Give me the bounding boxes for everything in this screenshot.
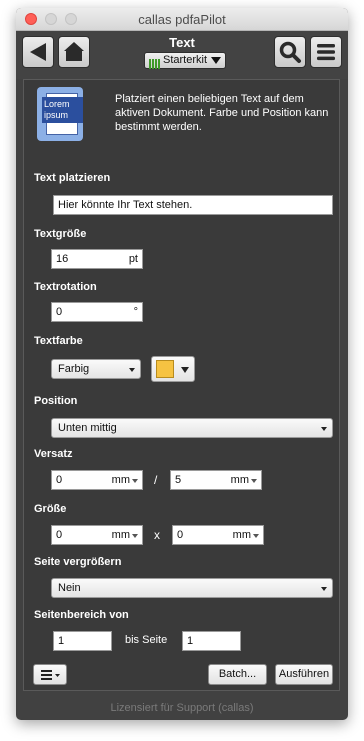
color-swatch: [156, 360, 174, 378]
text-size-value: 16: [56, 253, 69, 265]
fixup-panel: Lorem ipsum Platziert einen beliebigen T…: [23, 79, 340, 691]
width-value: 0: [56, 529, 63, 541]
starterkit-label: Starterkit: [163, 54, 208, 66]
title-bar: callas pdfaPilot: [16, 8, 348, 31]
text-rotation-unit: °: [133, 306, 138, 318]
text-rotation-label: Textrotation: [34, 281, 97, 293]
text-rotation-input[interactable]: 0 °: [51, 302, 143, 322]
text-tool-icon: Lorem ipsum: [37, 87, 83, 141]
color-mode-value: Farbig: [58, 363, 90, 375]
color-picker-button[interactable]: [151, 356, 195, 382]
width-input[interactable]: 0 mm: [51, 525, 143, 545]
text-size-unit: pt: [128, 253, 138, 265]
text-rotation-value: 0: [56, 306, 63, 318]
offset-y-input[interactable]: 5 mm: [170, 470, 262, 490]
toolbar: Text Starterkit: [16, 31, 348, 79]
offset-separator: /: [154, 473, 158, 487]
chevron-down-icon: [132, 534, 138, 538]
offset-label: Versatz: [34, 448, 73, 460]
height-input[interactable]: 0 mm: [172, 525, 264, 545]
position-value: Unten mittig: [58, 422, 117, 434]
position-select[interactable]: Unten mittig: [51, 418, 333, 438]
offset-y-value: 5: [175, 474, 182, 486]
page-from-input[interactable]: 1: [53, 631, 112, 651]
text-color-label: Textfarbe: [34, 335, 83, 347]
chevron-down-icon: [253, 534, 259, 538]
menu-button[interactable]: [310, 36, 342, 68]
options-menu-button[interactable]: [33, 664, 67, 685]
menu-icon: [317, 44, 335, 61]
width-unit[interactable]: mm: [112, 529, 130, 541]
size-label: Größe: [34, 503, 67, 515]
search-button[interactable]: [274, 36, 306, 68]
text-size-input[interactable]: 16 pt: [51, 249, 143, 269]
height-unit[interactable]: mm: [233, 529, 251, 541]
offset-x-input[interactable]: 0 mm: [51, 470, 143, 490]
chevron-down-icon: [181, 367, 189, 373]
chevron-down-icon: [321, 427, 327, 431]
chevron-down-icon: [132, 479, 138, 483]
app-window: callas pdfaPilot Text Starterkit Lorem i…: [16, 8, 348, 720]
batch-button[interactable]: Batch...: [208, 664, 267, 685]
window-title: callas pdfaPilot: [138, 12, 226, 27]
page-to-label: bis Seite: [125, 634, 168, 646]
icon-caption: Lorem ipsum: [42, 97, 83, 123]
enlarge-page-select[interactable]: Nein: [51, 578, 333, 598]
list-menu-icon: [41, 670, 60, 680]
text-label: Text platzieren: [34, 172, 111, 184]
tool-description: Platziert einen beliebigen Text auf dem …: [115, 93, 329, 133]
color-mode-select[interactable]: Farbig: [51, 359, 141, 379]
chevron-down-icon: [251, 479, 257, 483]
chevron-down-icon: [211, 57, 221, 64]
enlarge-page-value: Nein: [58, 582, 81, 594]
text-size-label: Textgröße: [34, 228, 87, 240]
page-to-input[interactable]: 1: [182, 631, 241, 651]
text-input[interactable]: Hier könnte Ihr Text stehen.: [53, 195, 333, 215]
offset-x-unit[interactable]: mm: [112, 474, 130, 486]
offset-y-unit[interactable]: mm: [231, 474, 249, 486]
starterkit-icon: [149, 56, 161, 74]
size-separator: x: [154, 528, 160, 542]
enlarge-page-label: Seite vergrößern: [34, 556, 122, 568]
chevron-down-icon: [321, 587, 327, 591]
chevron-down-icon: [129, 368, 135, 372]
search-icon: [279, 41, 301, 63]
license-status: Lizensiert für Support (callas): [110, 702, 254, 714]
starterkit-dropdown[interactable]: Starterkit: [144, 52, 226, 69]
offset-x-value: 0: [56, 474, 63, 486]
position-label: Position: [34, 395, 78, 407]
page-range-label: Seitenbereich von: [34, 609, 129, 621]
run-button[interactable]: Ausführen: [275, 664, 333, 685]
height-value: 0: [177, 529, 184, 541]
